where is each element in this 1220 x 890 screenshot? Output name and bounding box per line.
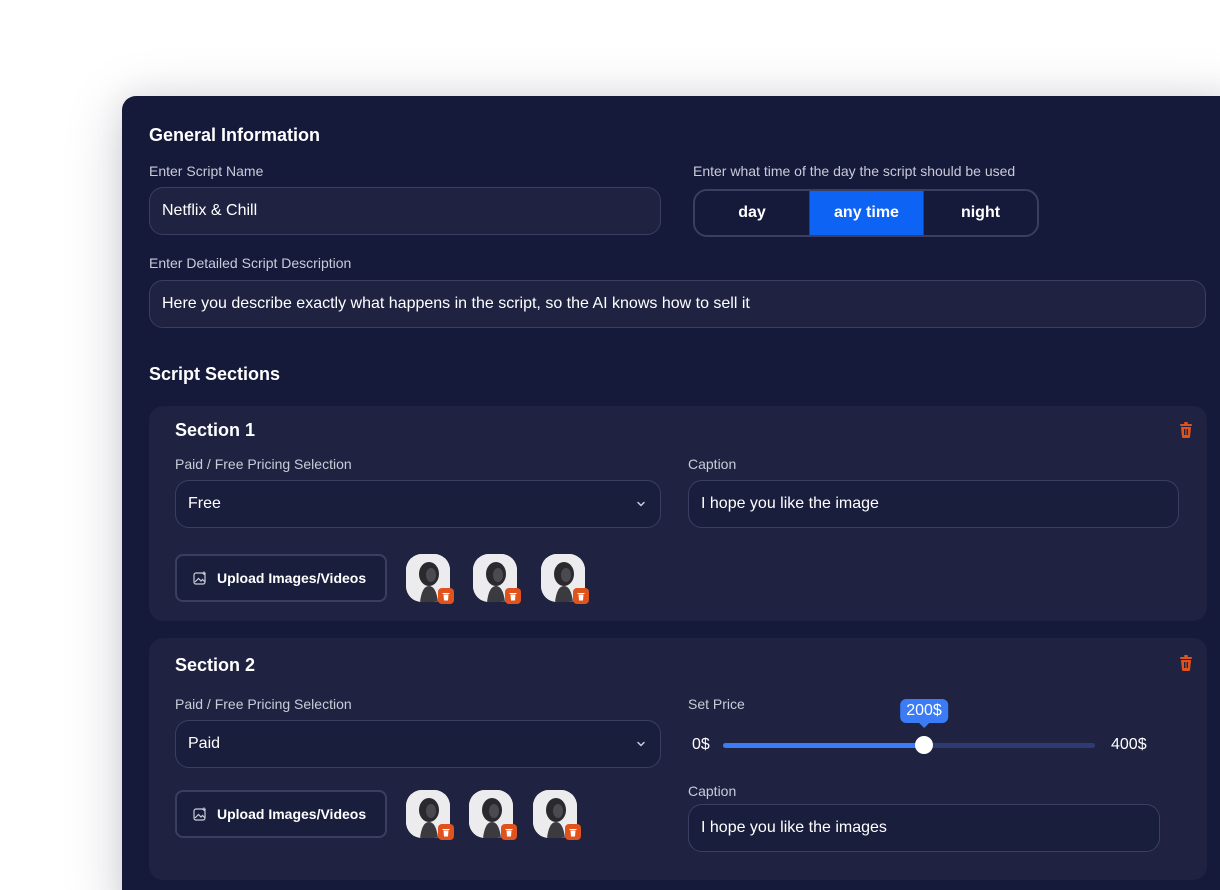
remove-media-button[interactable] xyxy=(438,588,454,604)
pricing-select[interactable]: Free xyxy=(175,480,661,528)
remove-media-button[interactable] xyxy=(505,588,521,604)
trash-icon xyxy=(442,828,450,836)
script-name-value: Netflix & Chill xyxy=(162,202,258,219)
section-title: Section 2 xyxy=(175,655,256,675)
pricing-select-value: Paid xyxy=(188,735,221,752)
remove-media-button[interactable] xyxy=(501,824,517,840)
upload-label: Upload Images/Videos xyxy=(217,570,367,586)
media-thumbnail[interactable] xyxy=(406,790,454,840)
upload-label: Upload Images/Videos xyxy=(217,806,367,822)
set-price-label: Set Price xyxy=(688,696,745,712)
script-editor-panel: General Information Enter Script Name Ne… xyxy=(122,96,1220,890)
media-thumbnail[interactable] xyxy=(473,554,521,604)
media-thumbnail[interactable] xyxy=(541,554,589,604)
trash-icon xyxy=(442,592,450,600)
trash-icon xyxy=(505,828,513,836)
script-name-label: Enter Script Name xyxy=(149,163,264,179)
remove-media-button[interactable] xyxy=(438,824,454,840)
script-name-input[interactable]: Netflix & Chill xyxy=(149,187,661,235)
caption-input[interactable]: I hope you like the images xyxy=(688,804,1160,852)
pricing-selection-label: Paid / Free Pricing Selection xyxy=(175,456,352,472)
trash-icon xyxy=(509,592,517,600)
caption-label: Caption xyxy=(688,783,737,799)
media-thumbnail[interactable] xyxy=(533,790,581,840)
pricing-select[interactable]: Paid xyxy=(175,720,661,768)
upload-images-videos-button[interactable]: Upload Images/Videos xyxy=(175,554,387,602)
time-of-day-label: Enter what time of the day the script sh… xyxy=(693,163,1016,179)
caption-input[interactable]: I hope you like the image xyxy=(688,480,1179,528)
media-thumbnail[interactable] xyxy=(469,790,517,840)
trash-icon xyxy=(577,592,585,600)
caption-value: I hope you like the images xyxy=(701,819,887,836)
time-option-day[interactable]: day xyxy=(695,191,809,235)
price-max-label: 400$ xyxy=(1111,736,1147,753)
media-thumbnail[interactable] xyxy=(406,554,454,604)
description-label: Enter Detailed Script Description xyxy=(149,255,352,271)
general-information-heading: General Information xyxy=(149,125,321,145)
pricing-select-value: Free xyxy=(188,495,221,512)
section-card-1: Section 1 Paid / Free Pricing Selection … xyxy=(149,406,1207,621)
time-of-day-selector: day any time night xyxy=(693,189,1039,237)
price-slider[interactable]: 200$ xyxy=(723,699,1095,754)
section-title: Section 1 xyxy=(175,420,256,440)
price-value-tooltip: 200$ xyxy=(900,699,948,728)
trash-icon[interactable] xyxy=(1179,655,1193,671)
image-upload-icon xyxy=(193,571,206,585)
description-value: Here you describe exactly what happens i… xyxy=(162,295,750,312)
section-card-2: Section 2 Paid / Free Pricing Selection … xyxy=(149,638,1207,880)
price-min-label: 0$ xyxy=(692,736,710,753)
trash-icon[interactable] xyxy=(1179,422,1193,438)
upload-images-videos-button[interactable]: Upload Images/Videos xyxy=(175,790,387,838)
time-option-any-time[interactable]: any time xyxy=(809,191,923,235)
price-slider-handle[interactable] xyxy=(915,736,933,754)
image-upload-icon xyxy=(193,807,206,821)
caption-value: I hope you like the image xyxy=(701,495,879,512)
chevron-down-icon xyxy=(637,501,645,507)
description-input[interactable]: Here you describe exactly what happens i… xyxy=(149,280,1206,328)
remove-media-button[interactable] xyxy=(565,824,581,840)
script-sections-heading: Script Sections xyxy=(149,364,281,384)
caption-label: Caption xyxy=(688,456,737,472)
remove-media-button[interactable] xyxy=(573,588,589,604)
price-slider-fill xyxy=(723,743,924,748)
trash-icon xyxy=(569,828,577,836)
chevron-down-icon xyxy=(637,741,645,747)
pricing-selection-label: Paid / Free Pricing Selection xyxy=(175,696,352,712)
time-option-night[interactable]: night xyxy=(923,191,1037,235)
